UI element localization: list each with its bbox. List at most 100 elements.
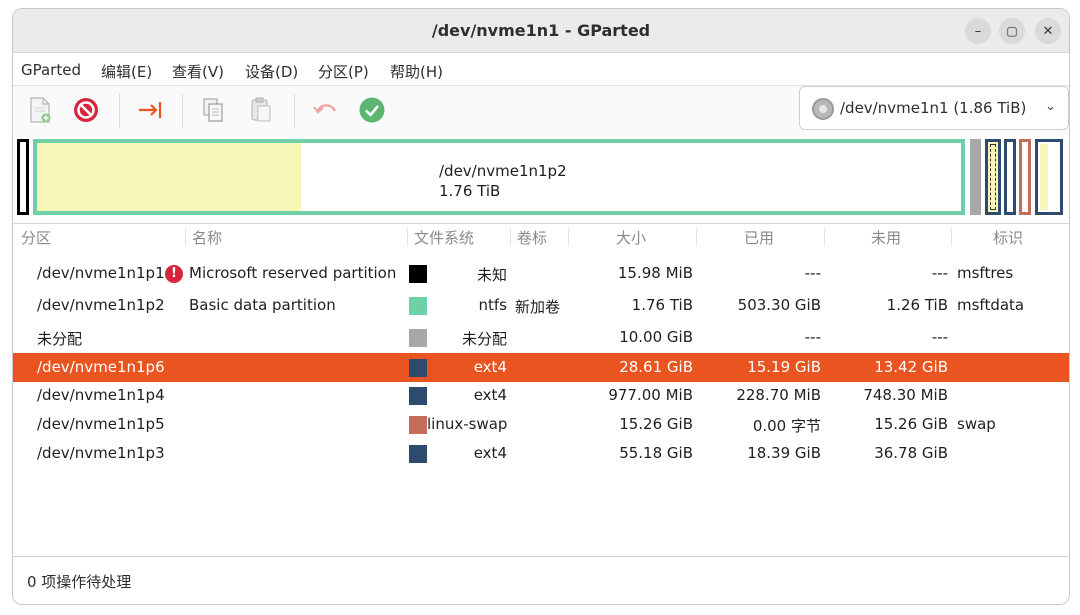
minimize-icon: –: [974, 23, 982, 39]
table-row[interactable]: /dev/nvme1n1p6 ext4 28.61 GiB 15.19 GiB 13.4…: [13, 353, 1069, 382]
cell-used: ---: [804, 328, 821, 346]
toolbar: /dev/nvme1n1 (1.86 TiB) ⌄: [13, 86, 1069, 136]
menu-partition[interactable]: 分区(P): [318, 61, 369, 82]
copy-icon: [203, 98, 223, 122]
menu-device[interactable]: 设备(D): [245, 61, 298, 82]
cell-partition: /dev/nvme1n1p6: [37, 358, 165, 376]
cell-used: ---: [804, 264, 821, 282]
close-button[interactable]: ✕: [1035, 18, 1061, 44]
apply-button[interactable]: [357, 95, 387, 125]
warning-icon[interactable]: !: [165, 265, 183, 283]
filesystem-color-swatch: [409, 359, 427, 377]
paste-icon: [251, 97, 271, 122]
cell-size: 15.98 MiB: [617, 264, 693, 282]
column-used[interactable]: 已用: [744, 227, 774, 248]
cell-size: 15.26 GiB: [619, 415, 693, 433]
diskmap-partition-p2[interactable]: /dev/nvme1n1p2 1.76 TiB: [33, 139, 965, 215]
maximize-icon: ▢: [1006, 24, 1018, 38]
cell-unused: ---: [931, 328, 948, 346]
table-row[interactable]: /dev/nvme1n1p2 Basic data partition ntfs 新加…: [13, 291, 1069, 320]
cell-used: 0.00 字节: [752, 417, 821, 435]
resize-move-button[interactable]: [135, 95, 165, 125]
toolbar-separator: [182, 94, 183, 128]
table-row[interactable]: 未分配 未分配 10.00 GiB --- ---: [13, 323, 1069, 352]
copy-button[interactable]: [198, 95, 228, 125]
cell-name: Microsoft reserved partition: [189, 264, 397, 282]
column-label[interactable]: 卷标: [517, 227, 547, 248]
cell-flags: msftres: [957, 264, 1014, 282]
toolbar-separator: [294, 94, 295, 128]
gparted-window: /dev/nvme1n1 - GParted – ▢ ✕ GParted 编辑(…: [12, 8, 1070, 605]
cell-label: 新加卷: [515, 298, 561, 316]
filesystem-color-swatch: [409, 265, 427, 283]
menu-bar: GParted 编辑(E) 查看(V) 设备(D) 分区(P) 帮助(H): [13, 53, 1069, 86]
new-partition-button[interactable]: [25, 95, 55, 125]
cell-filesystem: 未知: [476, 266, 507, 284]
cell-unused: 1.26 TiB: [886, 296, 948, 314]
device-selector-label: /dev/nvme1n1 (1.86 TiB): [840, 99, 1027, 117]
column-flags[interactable]: 标识: [993, 227, 1023, 248]
table-row[interactable]: /dev/nvme1n1p3 ext4 55.18 GiB 18.39 GiB 36.7…: [13, 439, 1069, 468]
diskmap-partition-p3[interactable]: [1035, 139, 1063, 215]
table-row[interactable]: /dev/nvme1n1p1! Microsoft reserved partit…: [13, 259, 1069, 288]
filesystem-color-swatch: [409, 387, 427, 405]
cell-used: 15.19 GiB: [747, 358, 821, 376]
column-divider: [510, 228, 511, 246]
disk-map: /dev/nvme1n1p2 1.76 TiB: [13, 136, 1069, 219]
diskmap-p2-name: /dev/nvme1n1p2: [439, 162, 567, 180]
cell-size: 10.00 GiB: [619, 328, 693, 346]
column-filesystem[interactable]: 文件系统: [414, 227, 474, 248]
filesystem-color-swatch: [409, 329, 427, 347]
delete-partition-button[interactable]: [71, 95, 101, 125]
cell-unused: 15.26 GiB: [874, 415, 948, 433]
chevron-down-icon: ⌄: [1045, 99, 1056, 114]
diskmap-partition-p4[interactable]: [1004, 139, 1016, 215]
cell-filesystem: 未分配: [461, 330, 507, 348]
diskmap-partition-p1[interactable]: [17, 139, 29, 215]
cell-size: 1.76 TiB: [631, 296, 693, 314]
cell-filesystem: ext4: [473, 444, 507, 462]
cell-size: 55.18 GiB: [619, 444, 693, 462]
menu-help[interactable]: 帮助(H): [390, 61, 443, 82]
cell-unused: 36.78 GiB: [874, 444, 948, 462]
cell-partition: /dev/nvme1n1p2: [37, 296, 165, 314]
cell-size: 28.61 GiB: [619, 358, 693, 376]
cell-partition: /dev/nvme1n1p1: [37, 264, 165, 282]
undo-button[interactable]: [310, 95, 340, 125]
diskmap-partition-p6[interactable]: [985, 139, 1001, 215]
maximize-button[interactable]: ▢: [999, 18, 1025, 44]
undo-icon: [313, 104, 336, 114]
minimize-button[interactable]: –: [965, 18, 991, 44]
title-bar[interactable]: /dev/nvme1n1 - GParted – ▢ ✕: [13, 9, 1069, 53]
diskmap-unallocated[interactable]: [970, 139, 981, 215]
cell-unused: ---: [931, 264, 948, 282]
paste-button[interactable]: [246, 95, 276, 125]
column-name[interactable]: 名称: [192, 227, 222, 248]
window-title: /dev/nvme1n1 - GParted: [431, 21, 651, 40]
cell-partition: /dev/nvme1n1p5: [37, 415, 165, 433]
table-row[interactable]: /dev/nvme1n1p4 ext4 977.00 MiB 228.70 MiB 74…: [13, 381, 1069, 410]
menu-view[interactable]: 查看(V): [172, 61, 224, 82]
partition-table-header: 分区 名称 文件系统 卷标 大小 已用 未用 标识: [13, 223, 1069, 249]
menu-edit[interactable]: 编辑(E): [101, 61, 152, 82]
cell-used: 18.39 GiB: [747, 444, 821, 462]
column-divider: [696, 228, 697, 246]
menu-gparted[interactable]: GParted: [21, 61, 81, 79]
column-divider: [407, 228, 408, 246]
cell-filesystem: ext4: [473, 358, 507, 376]
cell-partition: /dev/nvme1n1p4: [37, 386, 165, 404]
table-row[interactable]: /dev/nvme1n1p5 linux-swap 15.26 GiB 0.00 字节…: [13, 410, 1069, 439]
close-icon: ✕: [1042, 23, 1054, 39]
column-size[interactable]: 大小: [616, 227, 646, 248]
cell-flags: swap: [957, 415, 996, 433]
column-partition[interactable]: 分区: [21, 227, 51, 248]
pending-operations-status: 0 项操作待处理: [27, 573, 132, 591]
cell-filesystem: ext4: [473, 386, 507, 404]
device-selector[interactable]: /dev/nvme1n1 (1.86 TiB) ⌄: [799, 86, 1069, 130]
cell-size: 977.00 MiB: [608, 386, 693, 404]
diskmap-partition-p5[interactable]: [1019, 139, 1031, 215]
cell-unused: 748.30 MiB: [863, 386, 948, 404]
filesystem-color-swatch: [409, 445, 427, 463]
column-divider: [185, 228, 186, 246]
column-unused[interactable]: 未用: [871, 227, 901, 248]
